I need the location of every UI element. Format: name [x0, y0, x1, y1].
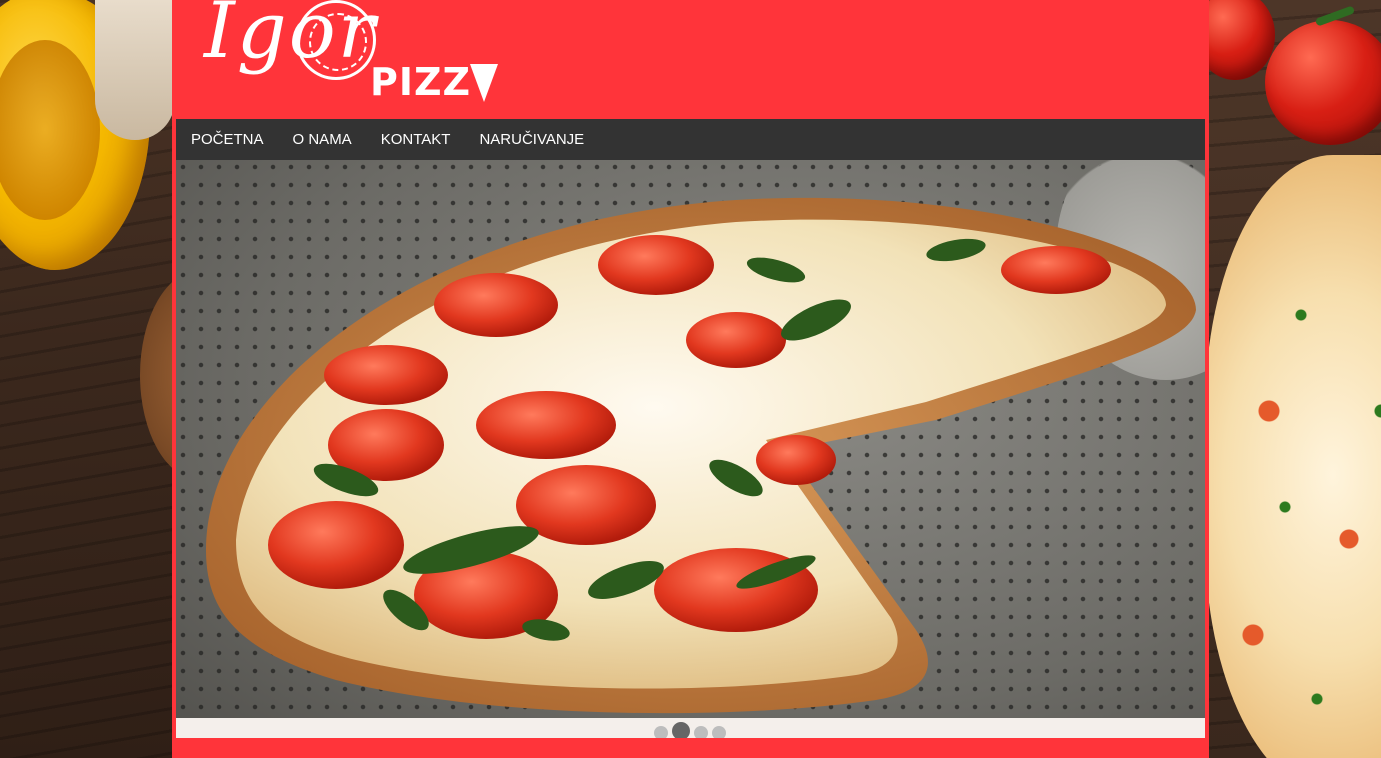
tomato-image	[1205, 0, 1275, 80]
slider-dot-1[interactable]	[654, 726, 668, 738]
nav-item-kontakt[interactable]: KONTAKT	[381, 131, 451, 148]
nav-item-narucivanje[interactable]: NARUČIVANJE	[479, 131, 584, 148]
pizza-image	[206, 197, 1196, 714]
nav-item-pocetna[interactable]: POČETNA	[191, 131, 264, 148]
slider-dot-3[interactable]	[694, 726, 708, 738]
pizza-background-image	[1205, 155, 1381, 758]
background-right	[1205, 0, 1381, 758]
slider-dot-4[interactable]	[712, 726, 726, 738]
pizza-slice-icon	[470, 64, 498, 102]
header: Igor PIZZ	[176, 0, 1205, 119]
logo[interactable]: Igor PIZZ	[204, 0, 498, 114]
main-nav: POČETNA O NAMA KONTAKT NARUČIVANJE	[176, 119, 1205, 160]
slider-dot-2[interactable]	[672, 722, 690, 738]
slider-dots	[654, 720, 726, 738]
image-slider[interactable]	[176, 160, 1205, 738]
pizza-edge-image	[140, 270, 176, 480]
background-left	[0, 0, 176, 758]
pizza-circle-icon	[296, 0, 376, 80]
nav-item-o-nama[interactable]: O NAMA	[293, 131, 352, 148]
site-container: Igor PIZZ POČETNA O NAMA KONTAKT NARUČIV…	[172, 0, 1209, 758]
tomato-image	[1265, 20, 1381, 145]
mushroom-image	[95, 0, 175, 140]
logo-text-pizz: PIZZ	[370, 60, 472, 104]
